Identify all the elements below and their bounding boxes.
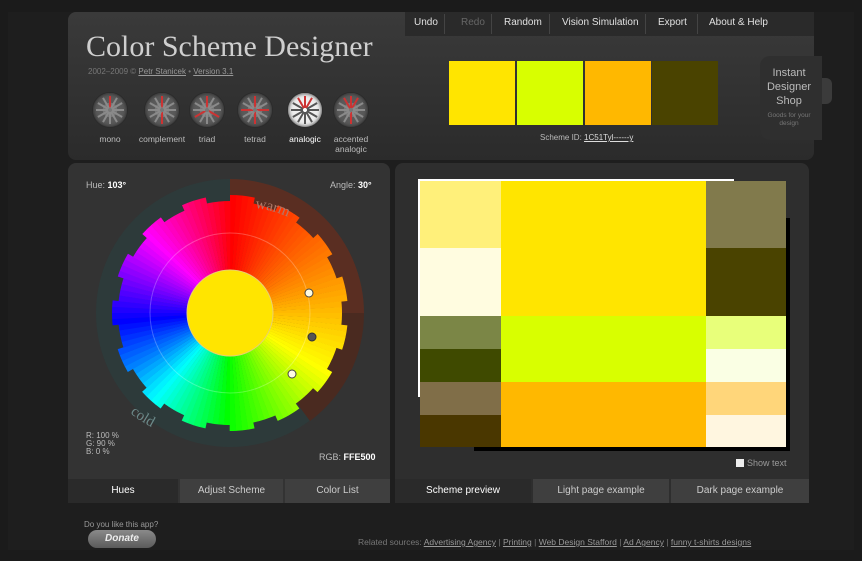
preview-secondary-2-block	[501, 382, 706, 447]
preview-sec2-shade-1	[420, 382, 501, 415]
menu-vision-simulation[interactable]: Vision Simulation	[562, 17, 639, 28]
shop-toggle-arrow[interactable]	[822, 78, 832, 104]
scheme-type-dial-icon[interactable]	[189, 92, 225, 128]
author-link[interactable]: Petr Stanicek	[138, 67, 186, 76]
scheme-id: Scheme ID: 1C51Tyl------y	[540, 133, 633, 142]
swatch-primary[interactable]	[449, 61, 515, 125]
menu-about-help[interactable]: About & Help	[709, 17, 768, 28]
preview-shade-1	[706, 181, 786, 248]
menu-export[interactable]: Export	[658, 17, 687, 28]
scheme-type-dial-icon[interactable]	[287, 92, 323, 128]
tab-adjust-scheme[interactable]: Adjust Scheme	[180, 479, 283, 503]
related-link[interactable]: Advertising Agency	[424, 537, 496, 547]
tab-color-list[interactable]: Color List	[285, 479, 390, 503]
app-title: Color Scheme Designer	[86, 30, 373, 63]
shop-subtitle: Goods for your design	[767, 112, 811, 127]
copyright-text: 2002–2009 ©	[88, 67, 137, 76]
dial-spoke	[109, 112, 111, 124]
preview-shade-2	[706, 248, 786, 316]
menu-divider	[697, 14, 698, 34]
scheme-type-accented-analogic[interactable]: accented analogic	[321, 92, 381, 154]
rgb-b: B: 0 %	[86, 447, 110, 456]
dial-spoke	[206, 112, 208, 124]
scheme-preview	[420, 181, 786, 447]
swatch-secondary-1[interactable]	[517, 61, 583, 125]
preview-tint-2	[420, 248, 501, 316]
tab-scheme-preview[interactable]: Scheme preview	[395, 479, 531, 503]
version-link[interactable]: Version 3.1	[193, 67, 233, 76]
rgb-percentages: R: 100 % G: 90 % B: 0 %	[86, 432, 119, 456]
shop-title: Instant Designer Shop	[766, 67, 812, 107]
show-text-toggle[interactable]: Show text	[736, 458, 787, 468]
preview-sec2-tint-1	[706, 382, 786, 415]
menu-divider	[444, 14, 445, 34]
scheme-type-dial-icon[interactable]	[92, 92, 128, 128]
show-text-label: Show text	[747, 458, 787, 468]
related-link[interactable]: Ad Agency	[623, 537, 664, 547]
preview-sec2-tint-2	[706, 415, 786, 447]
menu-divider	[491, 14, 492, 34]
menu-undo[interactable]: Undo	[414, 17, 438, 28]
dial-spoke	[161, 112, 163, 124]
preview-sec1-tint-2	[706, 349, 786, 382]
preview-secondary-1-block	[501, 316, 706, 382]
hue-handle-1[interactable]	[304, 288, 314, 298]
swatch-accent[interactable]	[652, 61, 718, 125]
preview-sec1-shade-1	[420, 316, 501, 349]
scheme-type-dial-icon[interactable]	[237, 92, 273, 128]
preview-tint-1	[420, 181, 501, 248]
scheme-id-link[interactable]: 1C51Tyl------y	[584, 133, 633, 142]
preview-sec1-shade-2	[420, 349, 501, 382]
related-sources: Related sources: Advertising Agency | Pr…	[358, 537, 752, 547]
right-tabbar: Scheme preview Light page example Dark p…	[395, 479, 809, 503]
preview-sec2-shade-2	[420, 415, 501, 447]
wheel-center-color	[186, 269, 274, 357]
donate-button[interactable]: Donate	[88, 530, 156, 548]
donate-prompt: Do you like this app?	[84, 520, 159, 529]
hue-handle-2[interactable]	[287, 369, 297, 379]
menu-random[interactable]: Random	[504, 17, 542, 28]
instant-designer-shop[interactable]: Instant Designer Shop Goods for your des…	[760, 56, 822, 140]
rgb-readout: RGB: FFE500	[319, 452, 376, 462]
scheme-type-dial-icon[interactable]	[144, 92, 180, 128]
menu-divider	[645, 14, 646, 34]
tab-dark-page-example[interactable]: Dark page example	[671, 479, 809, 503]
tab-hues[interactable]: Hues	[68, 479, 178, 503]
rgb-label: RGB:	[319, 452, 342, 462]
preview-sec1-tint-1	[706, 316, 786, 349]
scheme-id-label: Scheme ID:	[540, 133, 582, 142]
dial-spoke	[304, 112, 306, 124]
left-tabbar: Hues Adjust Scheme Color List	[68, 479, 390, 503]
related-label: Related sources:	[358, 537, 422, 547]
related-link[interactable]: funny t-shirts designs	[671, 537, 751, 547]
menu-redo[interactable]: Redo	[461, 17, 485, 28]
copyright: 2002–2009 © Petr Stanicek • Version 3.1	[88, 67, 234, 76]
scheme-type-dial-icon[interactable]	[333, 92, 369, 128]
show-text-checkbox[interactable]	[736, 459, 744, 467]
scheme-type-label: mono	[99, 134, 121, 144]
swatch-secondary-2[interactable]	[585, 61, 651, 125]
scheme-type-label: accented analogic	[333, 134, 369, 154]
menu-divider	[549, 14, 550, 34]
hue-handle-main[interactable]	[307, 332, 317, 342]
related-link[interactable]: Web Design Stafford	[539, 537, 617, 547]
rgb-value: FFE500	[343, 452, 376, 462]
color-wheel[interactable]: warm cold	[95, 178, 365, 448]
dial-spoke	[350, 112, 352, 124]
scheme-type-mono[interactable]: mono	[80, 92, 140, 144]
related-link[interactable]: Printing	[503, 537, 532, 547]
tab-light-page-example[interactable]: Light page example	[533, 479, 669, 503]
dial-spoke	[254, 112, 256, 124]
preview-primary-block	[501, 181, 706, 316]
